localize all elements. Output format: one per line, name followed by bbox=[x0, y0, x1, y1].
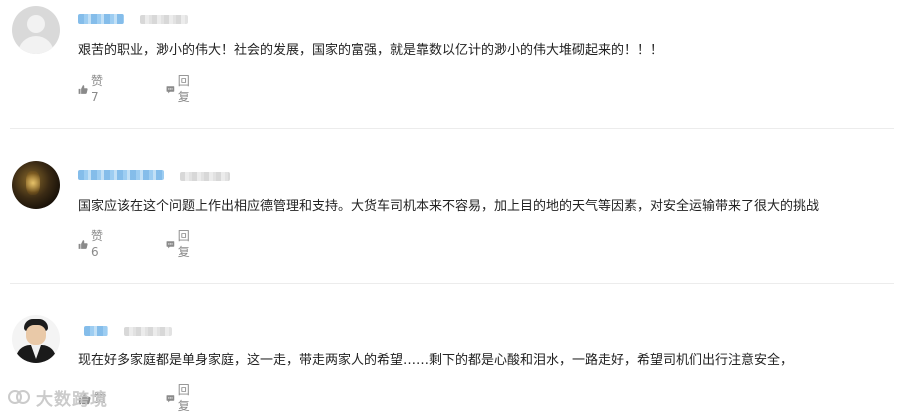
comment-text: 现在好多家庭都是单身家庭，这一走，带走两家人的希望……剩下的都是心酸和泪水，一路… bbox=[78, 353, 794, 368]
comment-text: 艰苦的职业，渺小的伟大！社会的发展，国家的富强，就是靠数以亿计的渺小的伟大堆砌起… bbox=[78, 43, 664, 58]
comment-divider bbox=[10, 283, 894, 284]
like-button[interactable]: 赞6 bbox=[78, 229, 106, 259]
like-count: 赞7 bbox=[90, 74, 103, 104]
timestamp-redacted bbox=[140, 15, 188, 24]
reply-button[interactable]: 回复 bbox=[166, 383, 194, 413]
comment-bubble-icon bbox=[166, 85, 175, 93]
comment-bubble-icon bbox=[166, 394, 175, 402]
avatar-placeholder-body bbox=[18, 36, 54, 54]
brand-logo-icon bbox=[8, 390, 30, 404]
watermark-text: 大数跨境 bbox=[36, 389, 108, 410]
reply-label: 回复 bbox=[177, 74, 190, 104]
timestamp-redacted bbox=[180, 172, 230, 181]
username-redacted[interactable] bbox=[84, 326, 108, 336]
watermark: 大数跨境 bbox=[8, 386, 108, 410]
avatar-face bbox=[26, 325, 46, 345]
like-count: 赞6 bbox=[90, 229, 103, 259]
thumbs-up-icon bbox=[78, 239, 88, 249]
like-button[interactable]: 赞7 bbox=[78, 74, 106, 104]
reply-button[interactable]: 回复 bbox=[166, 229, 194, 259]
reply-label: 回复 bbox=[177, 229, 190, 259]
avatar-image bbox=[26, 171, 40, 195]
timestamp-redacted bbox=[124, 327, 172, 336]
thumbs-up-icon bbox=[78, 84, 88, 94]
reply-button[interactable]: 回复 bbox=[166, 74, 194, 104]
avatar[interactable] bbox=[12, 315, 60, 363]
avatar-placeholder-head bbox=[27, 15, 45, 33]
username-redacted[interactable] bbox=[78, 170, 164, 180]
comment-divider bbox=[10, 128, 894, 129]
comment-bubble-icon bbox=[166, 240, 175, 248]
reply-label: 回复 bbox=[177, 383, 190, 413]
username-redacted[interactable] bbox=[78, 14, 124, 24]
comment-text: 国家应该在这个问题上作出相应德管理和支持。大货车司机本来不容易，加上目的地的天气… bbox=[78, 199, 820, 214]
avatar[interactable] bbox=[12, 6, 60, 54]
avatar[interactable] bbox=[12, 161, 60, 209]
